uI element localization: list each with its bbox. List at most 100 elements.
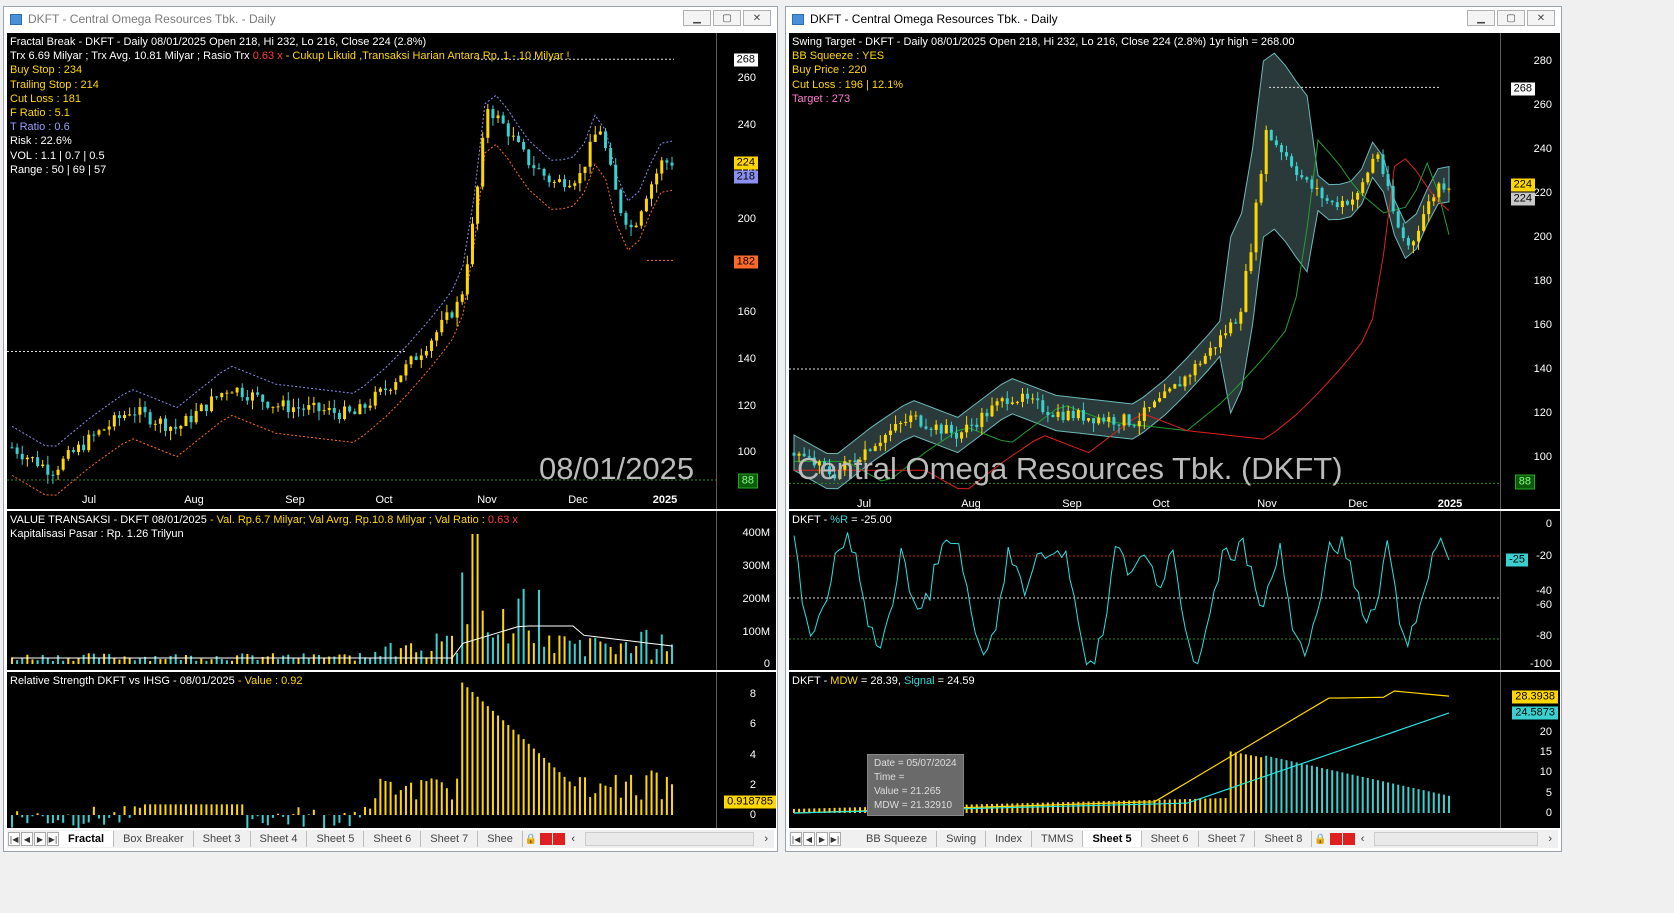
- tab-bb-squeeze[interactable]: BB Squeeze: [857, 831, 938, 847]
- rs-axis[interactable]: 8 6 4 2 0 0.918785: [716, 672, 776, 828]
- tab-sheet-5[interactable]: Sheet 5: [307, 831, 365, 847]
- mdw-bar: [1402, 785, 1405, 813]
- scroll-left-icon[interactable]: ‹: [565, 833, 581, 845]
- tab-sheet-7[interactable]: Sheet 7: [421, 831, 479, 847]
- candle-body: [261, 394, 265, 402]
- close-icon[interactable]: ✕: [1527, 10, 1555, 26]
- tab-sheet-8[interactable]: Sheet 8: [1255, 831, 1313, 847]
- prev-sheet-icon[interactable]: ◀: [21, 832, 33, 846]
- tab-fractal[interactable]: Fractal: [59, 831, 115, 847]
- right-sheet-tabs[interactable]: |◀ ◀ ▶ ▶| BB Squeeze Swing Index TMMS Sh…: [789, 830, 1558, 848]
- candle-body: [934, 424, 938, 430]
- candle-body: [123, 415, 127, 419]
- candle-body: [593, 134, 597, 142]
- horizontal-scrollbar[interactable]: [585, 832, 755, 846]
- value-transaksi-pane[interactable]: VALUE TRANSAKSI - DKFT 08/01/2025 - Val.…: [7, 511, 776, 670]
- first-sheet-icon[interactable]: |◀: [790, 832, 802, 846]
- tab-sheet-7[interactable]: Sheet 7: [1199, 831, 1256, 847]
- value-bar: [103, 653, 106, 664]
- bb-squeeze-label: BB Squeeze : YES: [792, 50, 885, 63]
- sheet-red-icon-2[interactable]: [553, 833, 566, 845]
- next-sheet-icon[interactable]: ▶: [34, 832, 46, 846]
- tab-sheet-6[interactable]: Sheet 6: [364, 831, 422, 847]
- maximize-icon[interactable]: ▢: [1497, 10, 1525, 26]
- last-sheet-icon[interactable]: ▶|: [47, 832, 59, 846]
- relative-strength-pane[interactable]: Relative Strength DKFT vs IHSG - 08/01/2…: [7, 672, 776, 828]
- left-sheet-tabs[interactable]: |◀ ◀ ▶ ▶| Fractal Box Breaker Sheet 3 Sh…: [7, 830, 774, 848]
- candle-body: [1295, 166, 1299, 176]
- right-chart-window[interactable]: DKFT - Central Omega Resources Tbk. - Da…: [785, 6, 1562, 852]
- candle-body: [66, 450, 70, 459]
- tab-sheet-6[interactable]: Sheet 6: [1142, 831, 1199, 847]
- rs-bar: [103, 815, 106, 825]
- rs-bar: [72, 815, 75, 826]
- mdw-bar: [1381, 781, 1384, 813]
- rs-bar: [404, 785, 407, 815]
- candle-body: [563, 179, 567, 188]
- tab-swing[interactable]: Swing: [937, 831, 987, 847]
- close-icon[interactable]: ✕: [743, 10, 771, 26]
- next-sheet-icon[interactable]: ▶: [816, 832, 828, 846]
- tab-box-breaker[interactable]: Box Breaker: [114, 831, 194, 847]
- tab-sheet-5[interactable]: Sheet 5: [1083, 831, 1142, 847]
- value-bar: [348, 655, 351, 664]
- y-tick: -100: [1529, 658, 1552, 670]
- mdw-bar: [1437, 793, 1440, 813]
- mdw-bar: [1427, 791, 1430, 813]
- tab-sheet-4[interactable]: Sheet 4: [251, 831, 308, 847]
- value-bar: [645, 629, 648, 664]
- tab-sheet-3[interactable]: Sheet 3: [194, 831, 251, 847]
- williams-r-pane[interactable]: DKFT - %R = -25.00 0 -20 -40 -60 -80 -10…: [789, 511, 1560, 670]
- swing-price-pane[interactable]: Swing Target - DKFT - Daily 08/01/2025 O…: [789, 33, 1560, 509]
- wr-axis[interactable]: 0 -20 -40 -60 -80 -100 -25: [1500, 511, 1560, 670]
- maximize-icon[interactable]: ▢: [713, 10, 741, 26]
- price-axis[interactable]: 280 260 240 220 200 180 160 140 120 100 …: [1500, 33, 1560, 509]
- price-axis[interactable]: 260 240 220 200 180 160 140 120 100 268 …: [716, 33, 776, 509]
- first-sheet-icon[interactable]: |◀: [8, 832, 20, 846]
- sheet-red-icon[interactable]: [540, 833, 553, 845]
- value-axis[interactable]: 400M 300M 200M 100M 0: [716, 511, 776, 670]
- left-window-titlebar[interactable]: DKFT - Central Omega Resources Tbk. - Da…: [4, 7, 777, 31]
- rs-bar: [430, 778, 433, 815]
- minimize-icon[interactable]: ▁: [1467, 10, 1495, 26]
- minimize-icon[interactable]: ▁: [683, 10, 711, 26]
- mdw-bar: [1189, 798, 1192, 813]
- price-tag-268: 268: [733, 53, 758, 67]
- scroll-left-icon[interactable]: ‹: [1355, 833, 1371, 845]
- mdw-header: DKFT -: [792, 675, 831, 687]
- scroll-right-icon[interactable]: ›: [758, 833, 774, 845]
- value-bar: [456, 653, 459, 664]
- tab-tmms[interactable]: TMMS: [1032, 831, 1084, 847]
- scroll-right-icon[interactable]: ›: [1542, 833, 1558, 845]
- value-bar: [476, 534, 479, 664]
- candle-body: [1345, 200, 1349, 205]
- lock-icon[interactable]: 🔒: [1312, 834, 1328, 845]
- mdw-bar: [1031, 802, 1034, 813]
- value-bar: [358, 653, 361, 664]
- candle-body: [1005, 398, 1009, 404]
- horizontal-scrollbar[interactable]: [1374, 832, 1539, 846]
- mdw-bar: [1448, 795, 1450, 813]
- mdw-bar: [1183, 799, 1186, 813]
- value-bar: [62, 660, 65, 664]
- sheet-red-icon-2[interactable]: [1342, 833, 1355, 845]
- y-tick: 10: [1539, 766, 1552, 778]
- candle-body: [573, 183, 577, 186]
- right-window-titlebar[interactable]: DKFT - Central Omega Resources Tbk. - Da…: [786, 7, 1561, 31]
- mdw-axis[interactable]: 25 20 15 10 5 0 28.3938 24.5873: [1500, 672, 1560, 828]
- prev-sheet-icon[interactable]: ◀: [803, 832, 815, 846]
- candle-body: [1137, 420, 1141, 427]
- candle-body: [1163, 391, 1167, 399]
- lock-icon[interactable]: 🔒: [523, 834, 539, 845]
- rs-bar: [410, 782, 413, 815]
- sheet-red-icon[interactable]: [1329, 833, 1342, 845]
- candle-body: [317, 402, 321, 412]
- left-chart-window[interactable]: DKFT - Central Omega Resources Tbk. - Da…: [3, 6, 778, 852]
- candle-body: [1208, 347, 1212, 356]
- tab-index[interactable]: Index: [986, 831, 1033, 847]
- tab-sheet-8[interactable]: Shee: [478, 831, 523, 847]
- last-sheet-icon[interactable]: ▶|: [829, 832, 841, 846]
- fractal-price-pane[interactable]: Fractal Break - DKFT - Daily 08/01/2025 …: [7, 33, 776, 509]
- mdw-pane[interactable]: DKFT - MDW = 28.39, Signal = 24.59 Date …: [789, 672, 1560, 828]
- candle-body: [163, 418, 167, 431]
